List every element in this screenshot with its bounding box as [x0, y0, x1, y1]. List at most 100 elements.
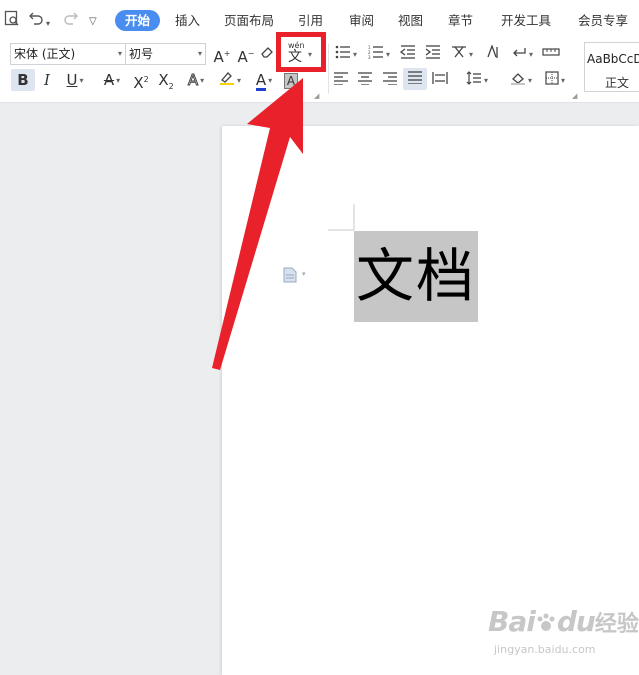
chevron-down-icon[interactable]: ▾ [302, 270, 306, 278]
font-name-select[interactable]: 宋体 (正文) ▾ [10, 43, 126, 65]
decrease-font-size-button[interactable]: A− [236, 43, 256, 66]
superscript-button[interactable]: X2 [130, 69, 152, 92]
bullet-list-button[interactable]: ▾ [332, 43, 360, 65]
watermark-paw-text: du [556, 605, 596, 638]
undo-dropdown-icon[interactable]: ▾ [46, 14, 50, 34]
tab-home[interactable]: 开始 [115, 10, 161, 31]
svg-text:3: 3 [368, 55, 371, 59]
shading-icon: A [283, 73, 299, 89]
increase-font-size-button[interactable]: A+ [212, 43, 232, 66]
align-right-button[interactable] [380, 69, 400, 91]
tab-review[interactable]: 审阅 [349, 10, 374, 31]
justify-button[interactable] [403, 68, 427, 90]
chevron-down-icon[interactable]: ▽ [89, 12, 97, 32]
watermark-url: jingyan.baidu.com [494, 643, 596, 656]
text-effect-button[interactable]: A ▾ [182, 69, 210, 91]
ruler-icon [542, 48, 560, 56]
selected-document-text[interactable]: 文档 [354, 231, 478, 322]
tab-stops-button[interactable] [541, 43, 561, 65]
chevron-down-icon: ▾ [197, 49, 202, 58]
borders-icon [545, 71, 559, 85]
sort-button[interactable] [482, 43, 502, 65]
italic-button[interactable]: I [38, 69, 56, 91]
margin-corner-mark [328, 204, 355, 231]
clear-formatting-button[interactable] [259, 43, 275, 65]
bullet-list-icon [335, 45, 350, 59]
chevron-down-icon: ▾ [200, 75, 205, 85]
chevron-down-icon: ▾ [560, 75, 565, 85]
eraser-icon [261, 47, 273, 58]
character-shading-button[interactable]: A [282, 69, 300, 91]
chevron-down-icon: ▾ [116, 75, 121, 85]
style-sample-text: AaBbCcDd [587, 52, 639, 66]
font-grow-icon: A+ [213, 48, 231, 66]
baidu-watermark: Bai du经验 jingyan.baidu.com [488, 605, 639, 656]
align-center-button[interactable] [355, 69, 375, 91]
line-spacing-icon [466, 71, 481, 85]
paragraph-layout-icon[interactable] [283, 267, 297, 286]
increase-indent-button[interactable] [423, 43, 443, 65]
font-color-icon: A [255, 71, 267, 91]
font-size-select[interactable]: 初号 ▾ [125, 43, 206, 65]
bold-button[interactable]: B [11, 69, 35, 91]
tab-chapter[interactable]: 章节 [448, 10, 473, 31]
numbered-list-icon: 123 [368, 45, 383, 60]
tab-insert[interactable]: 插入 [175, 10, 200, 31]
style-normal-card[interactable]: AaBbCcDd 正文 [584, 42, 639, 92]
decrease-indent-button[interactable] [398, 43, 418, 65]
distributed-align-button[interactable] [430, 69, 450, 91]
chinese-layout-button[interactable]: ▾ [448, 43, 476, 65]
document-page[interactable] [222, 126, 639, 675]
align-left-icon [334, 72, 348, 86]
align-left-button[interactable] [331, 69, 351, 91]
chinese-layout-icon [451, 46, 466, 58]
tab-view[interactable]: 视图 [398, 10, 423, 31]
subscript-button[interactable]: X2 [155, 69, 177, 91]
paragraph-mark-icon [513, 48, 526, 57]
chevron-down-icon: ▾ [352, 49, 357, 59]
numbered-list-button[interactable]: 1 2 3 ▾ [365, 43, 393, 65]
undo-icon[interactable] [27, 10, 45, 31]
tab-developer-tools[interactable]: 开发工具 [501, 10, 551, 31]
font-dialog-launcher-icon[interactable]: ◢ [314, 92, 319, 100]
chevron-down-icon: ▾ [527, 75, 532, 85]
chevron-down-icon: ▾ [79, 75, 84, 85]
style-name-label: 正文 [605, 76, 630, 90]
distributed-icon [432, 72, 448, 84]
borders-button[interactable]: ▾ [540, 69, 570, 91]
chevron-down-icon: ▾ [528, 49, 533, 59]
align-right-icon [383, 72, 397, 86]
chevron-down-icon: ▾ [468, 49, 473, 59]
font-color-button[interactable]: A ▾ [250, 69, 278, 91]
justify-icon [408, 71, 422, 85]
font-shrink-icon: A− [237, 48, 255, 66]
paragraph-shading-button[interactable]: ▾ [506, 69, 536, 91]
watermark-suffix: 经验 [594, 612, 639, 637]
outdent-icon [399, 45, 415, 59]
chevron-down-icon: ▾ [268, 75, 273, 85]
font-name-value: 宋体 (正文) [14, 47, 76, 61]
show-hide-marks-button[interactable]: ▾ [508, 43, 536, 65]
chevron-down-icon: ▾ [236, 75, 241, 85]
separator [328, 44, 329, 94]
annotation-highlight-box [276, 32, 326, 72]
watermark-brand: Bai [488, 605, 536, 638]
print-preview-icon[interactable] [4, 10, 20, 31]
align-center-icon [358, 72, 372, 86]
chevron-down-icon: ▾ [117, 49, 122, 58]
strikethrough-button[interactable]: A ▾ [97, 69, 127, 91]
tab-page-layout[interactable]: 页面布局 [224, 10, 274, 31]
paint-bucket-icon [510, 73, 525, 85]
underline-button[interactable]: U ▾ [60, 69, 90, 91]
highlighter-icon [219, 72, 234, 85]
sort-icon [487, 44, 498, 58]
redo-icon[interactable] [62, 10, 80, 31]
tab-member-exclusive[interactable]: 会员专享 [578, 10, 628, 31]
font-size-value: 初号 [129, 47, 154, 61]
line-spacing-button[interactable]: ▾ [462, 69, 492, 91]
tab-references[interactable]: 引用 [298, 10, 323, 31]
paragraph-dialog-launcher-icon[interactable]: ◢ [572, 92, 577, 100]
chevron-down-icon: ▾ [483, 75, 488, 85]
highlight-color-button[interactable]: ▾ [215, 69, 245, 91]
paw-icon [537, 613, 555, 631]
